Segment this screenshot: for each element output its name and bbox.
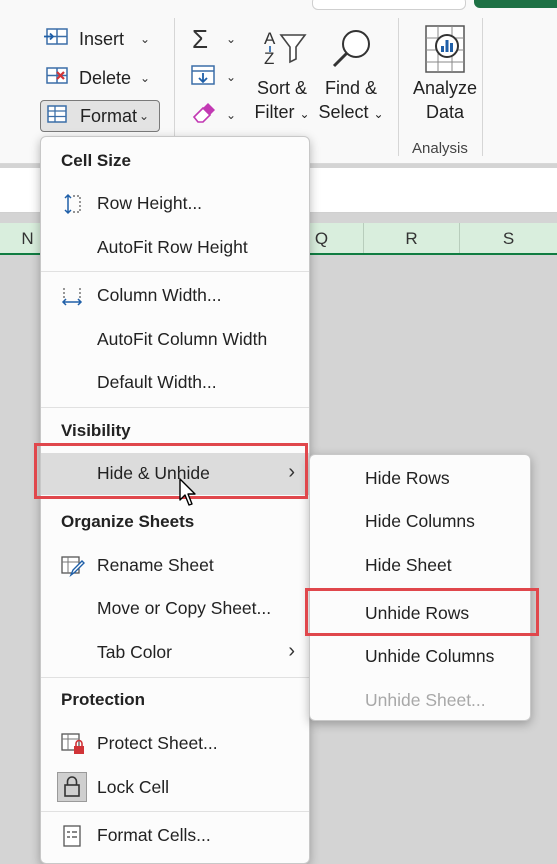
chevron-right-icon: › (288, 461, 295, 483)
analyze-label-line1: Analyze (412, 78, 478, 98)
svg-text:Z: Z (264, 49, 274, 68)
column-header-r[interactable]: R (364, 223, 460, 253)
analyze-data-icon (410, 24, 480, 76)
chevron-down-icon: ⌄ (138, 109, 149, 123)
group-separator (398, 18, 399, 156)
default-width-label: Default Width... (97, 372, 217, 392)
move-copy-sheet-label: Move or Copy Sheet... (97, 598, 272, 618)
hide-columns-item[interactable]: Hide Columns (310, 500, 530, 542)
group-separator (482, 18, 483, 156)
organize-sheets-header: Organize Sheets (61, 512, 195, 531)
move-copy-sheet-item[interactable]: Move or Copy Sheet... (41, 588, 309, 630)
insert-button[interactable]: Insert ⌄ (40, 23, 160, 55)
chevron-right-icon: › (288, 640, 295, 662)
chevron-down-icon: ⌄ (226, 70, 237, 84)
sort-filter-button[interactable]: A Z Sort & Filter ⌄ (252, 24, 312, 126)
unhide-sheet-item: Unhide Sheet... (310, 679, 530, 721)
rename-sheet-item[interactable]: Rename Sheet (41, 545, 309, 587)
protect-sheet-item[interactable]: Protect Sheet... (41, 723, 309, 765)
column-width-item[interactable]: Column Width... (41, 275, 309, 317)
unhide-rows-label: Unhide Rows (365, 603, 470, 623)
analysis-group-label: Analysis (412, 140, 468, 157)
delete-label: Delete (79, 67, 132, 88)
autofit-column-width-label: AutoFit Column Width (97, 329, 268, 349)
tab-color-label: Tab Color (97, 642, 172, 662)
format-button[interactable]: Format ⌄ (40, 100, 160, 132)
menu-divider (41, 271, 309, 272)
format-label: Format (80, 105, 138, 126)
format-cells-label: Format Cells... (97, 825, 211, 845)
menu-divider (41, 811, 309, 812)
eraser-icon (190, 101, 216, 130)
find-label-line1: Find & (324, 78, 378, 98)
hide-rows-item[interactable]: Hide Rows (310, 457, 530, 499)
lock-icon (57, 772, 87, 802)
delete-button[interactable]: Delete ⌄ (40, 62, 160, 94)
find-label-line2: Select (318, 102, 369, 122)
sort-label-line2: Filter (254, 102, 295, 122)
hide-unhide-item[interactable]: Hide & Unhide › (41, 453, 309, 495)
menu-divider (41, 677, 309, 678)
protect-sheet-label: Protect Sheet... (97, 733, 218, 753)
unhide-sheet-label: Unhide Sheet... (365, 690, 486, 710)
analyze-data-button[interactable]: Analyze Data (410, 24, 480, 124)
protection-header: Protection (61, 690, 146, 709)
hide-unhide-submenu: Hide Rows Hide Columns Hide Sheet Unhide… (309, 454, 531, 721)
column-width-icon (61, 285, 83, 307)
unhide-columns-label: Unhide Columns (365, 646, 495, 666)
row-height-label: Row Height... (97, 193, 203, 213)
hide-columns-label: Hide Columns (365, 511, 475, 531)
cell-size-header: Cell Size (61, 151, 131, 170)
chevron-down-icon: ⌄ (139, 71, 150, 85)
chevron-down-icon: ⌄ (299, 107, 310, 121)
tab-color-item[interactable]: Tab Color › (41, 632, 309, 674)
svg-text:A: A (264, 29, 276, 48)
find-select-button[interactable]: Find & Select ⌄ (318, 24, 384, 126)
autosum-button[interactable]: Σ ⌄ (190, 24, 244, 54)
hide-sheet-item[interactable]: Hide Sheet (310, 544, 530, 586)
analyze-label-line2: Data (425, 102, 465, 122)
chevron-down-icon: ⌄ (373, 107, 384, 121)
insert-cells-icon (43, 26, 69, 53)
format-dropdown-menu: Cell Size Row Height... AutoFit Row Heig… (40, 136, 310, 864)
column-header-s[interactable]: S (460, 223, 557, 253)
magnifier-icon (318, 24, 384, 76)
chevron-down-icon: ⌄ (226, 32, 237, 46)
lock-cell-item[interactable]: Lock Cell (41, 767, 309, 809)
mouse-pointer-icon (179, 478, 199, 508)
chevron-down-icon: ⌄ (139, 32, 150, 46)
share-button[interactable] (474, 0, 557, 8)
format-cells-item[interactable]: Format Cells... (41, 815, 309, 857)
insert-label: Insert (79, 28, 125, 49)
visibility-header: Visibility (61, 421, 131, 440)
format-cells-dialog-icon (61, 825, 83, 847)
row-height-item[interactable]: Row Height... (41, 183, 309, 225)
menu-divider (41, 407, 309, 408)
fill-down-icon (190, 63, 216, 92)
delete-cells-icon (43, 65, 69, 92)
row-height-icon (61, 193, 83, 215)
autofit-row-height-item[interactable]: AutoFit Row Height (41, 227, 309, 269)
rename-sheet-icon (61, 555, 85, 578)
lock-cell-label: Lock Cell (97, 777, 169, 797)
fill-button[interactable]: ⌄ (190, 62, 244, 92)
autofit-row-height-label: AutoFit Row Height (97, 237, 248, 257)
column-width-label: Column Width... (97, 285, 222, 305)
rename-sheet-label: Rename Sheet (97, 555, 214, 575)
clear-button[interactable]: ⌄ (190, 100, 244, 130)
chevron-down-icon: ⌄ (226, 108, 237, 122)
sort-label-line1: Sort & (256, 78, 308, 98)
sort-filter-icon: A Z (252, 24, 312, 76)
unhide-columns-item[interactable]: Unhide Columns (310, 635, 530, 677)
hide-rows-label: Hide Rows (365, 468, 450, 488)
format-cells-icon (44, 103, 70, 130)
unhide-rows-item[interactable]: Unhide Rows (310, 592, 530, 634)
search-box[interactable] (312, 0, 466, 10)
autofit-column-width-item[interactable]: AutoFit Column Width (41, 319, 309, 361)
default-width-item[interactable]: Default Width... (41, 362, 309, 404)
protect-sheet-icon (61, 733, 84, 755)
hide-sheet-label: Hide Sheet (365, 555, 452, 575)
sigma-icon: Σ (192, 23, 209, 54)
